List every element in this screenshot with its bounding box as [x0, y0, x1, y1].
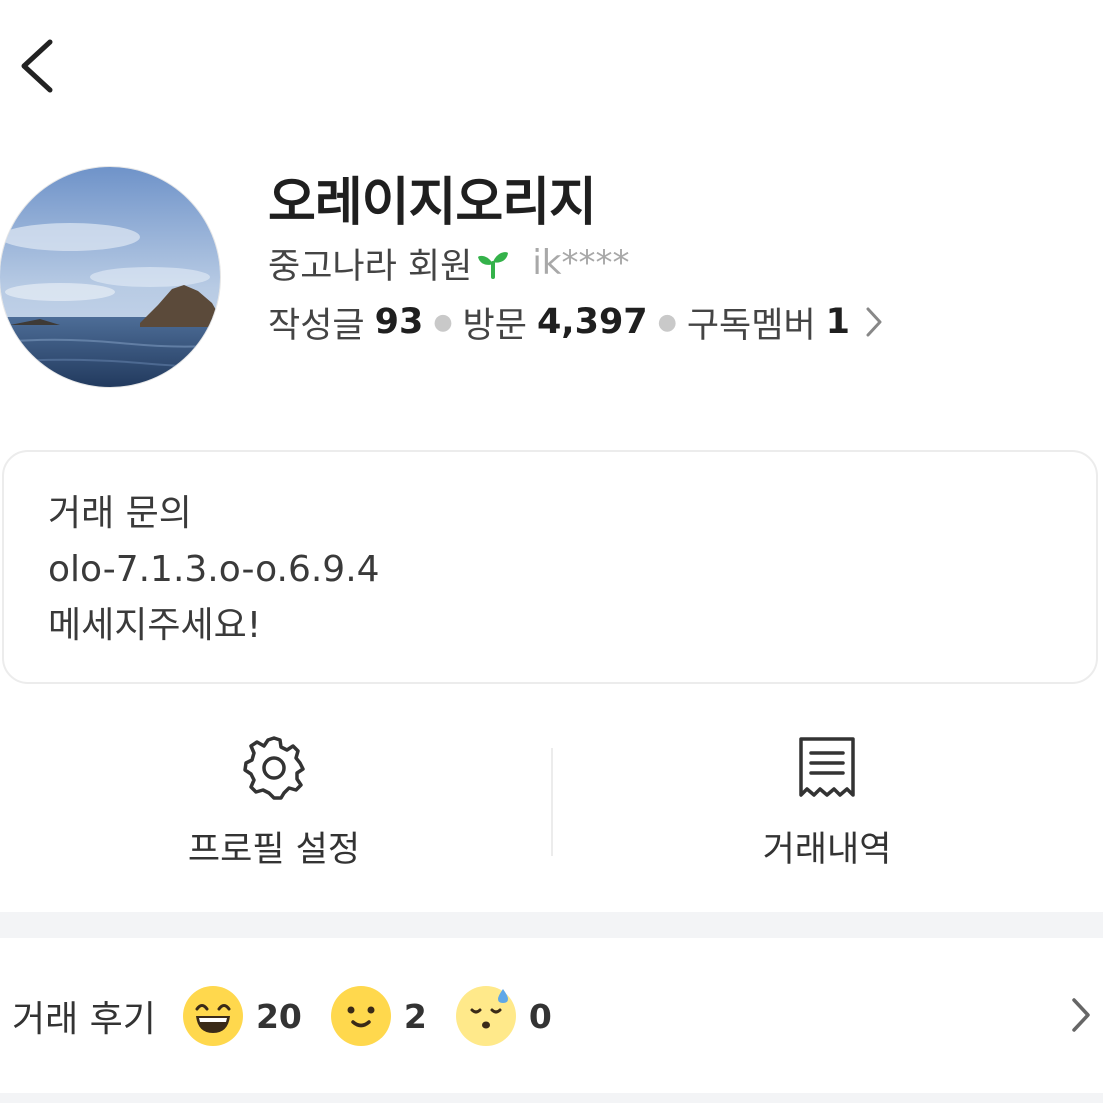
avatar-image [0, 167, 220, 387]
stat-visits-value: 4,397 [536, 302, 648, 342]
stat-visits-label: 방문 [462, 305, 527, 346]
review-count-good: 2 [403, 996, 427, 1036]
action-divider [551, 748, 553, 856]
review-count-bad: 0 [528, 996, 552, 1036]
stat-posts-label: 작성글 [268, 305, 365, 346]
profile-settings-label: 프로필 설정 [187, 830, 361, 870]
smiling-face-icon [330, 986, 391, 1046]
gear-icon [243, 736, 305, 800]
profile-intro-box: 거래 문의 olo-7.1.3.o-o.6.9.4 메세지주세요! [2, 450, 1098, 684]
trade-reviews-title: 거래 후기 [12, 999, 156, 1040]
profile-settings-button[interactable]: 프로필 설정 [74, 735, 474, 875]
stat-subscribers-label: 구독멤버 [686, 305, 816, 346]
section-divider [0, 1093, 1103, 1103]
chevron-right-icon [1072, 998, 1090, 1032]
stat-subscribers-value: 1 [825, 302, 851, 342]
profile-stats[interactable]: 작성글 93 ● 방문 4,397 ● 구독멤버 1 [268, 296, 884, 348]
separator-dot: ● [433, 309, 453, 335]
review-count-great: 20 [255, 996, 302, 1036]
intro-line: 메세지주세요! [48, 605, 262, 646]
stat-posts-value: 93 [374, 302, 424, 342]
trade-reviews-row[interactable]: 거래 후기 20 2 0 [12, 978, 1092, 1054]
separator-dot: ● [657, 309, 677, 335]
intro-line: olo-7.1.3.o-o.6.9.4 [48, 549, 380, 590]
user-id: ik**** [532, 243, 630, 283]
chevron-left-icon [21, 39, 53, 93]
member-label: 중고나라 회원 [268, 246, 473, 287]
transaction-history-label: 거래내역 [762, 830, 892, 870]
sweating-face-icon [455, 986, 516, 1046]
avatar[interactable] [0, 167, 220, 387]
transaction-history-button[interactable]: 거래내역 [627, 735, 1027, 875]
section-divider [0, 912, 1103, 938]
intro-line: 거래 문의 [48, 493, 192, 534]
profile-nickname: 오레이지오리지 [268, 173, 597, 233]
member-info: 중고나라 회원 ik**** [268, 238, 629, 288]
back-button[interactable] [14, 34, 64, 98]
sprout-icon [478, 252, 509, 279]
chevron-right-icon [866, 307, 882, 337]
grinning-face-icon [182, 986, 243, 1046]
receipt-icon [799, 737, 855, 797]
